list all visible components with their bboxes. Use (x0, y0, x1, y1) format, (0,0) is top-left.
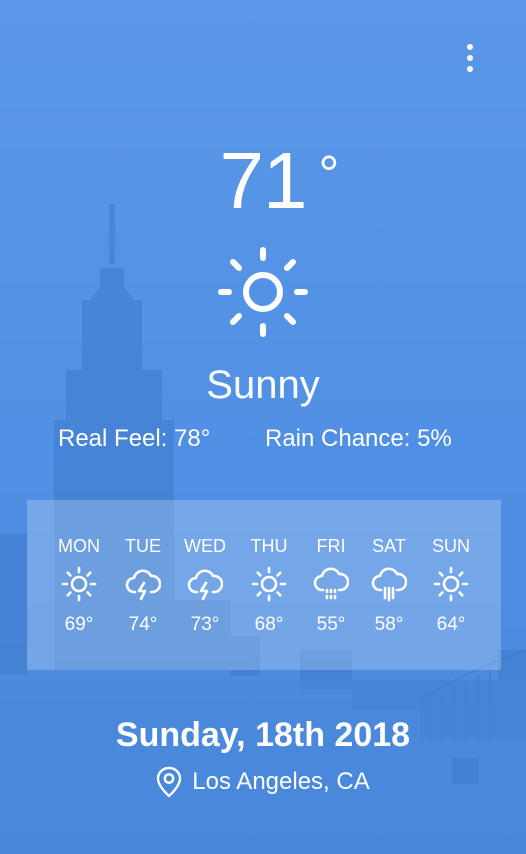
sun-icon (433, 566, 469, 602)
location-label: Los Angeles, CA (192, 768, 370, 795)
forecast-day-label: TUE (125, 536, 161, 556)
weekly-forecast-panel: MON 69° TUE 74° WED 73° THU 68° FRI 55° SAT 58° SUN 6… (27, 500, 501, 670)
current-temperature: 71 ° (219, 136, 340, 226)
sun-icon (218, 247, 308, 337)
location-pin-icon (157, 766, 182, 798)
temperature-value: 71 (219, 136, 308, 225)
sun-icon (61, 566, 97, 602)
location[interactable]: Los Angeles, CA (0, 764, 526, 800)
current-date: Sunday, 18th 2018 (115, 716, 411, 754)
current-temperature-block: 71 ° (0, 136, 526, 226)
forecast-temperature: 74° (128, 614, 158, 635)
forecast-day-label: FRI (316, 536, 346, 556)
forecast-day-label: WED (184, 536, 226, 556)
thunderstorm-icon (187, 569, 223, 601)
forecast-day-label: THU (250, 536, 288, 556)
weather-condition: Sunny (206, 363, 320, 407)
forecast-temperature: 55° (316, 614, 346, 635)
rain-chance-label: Rain Chance: 5% (265, 425, 452, 452)
more-vert-icon[interactable] (460, 40, 480, 76)
rain-icon (371, 567, 407, 602)
sun-icon (251, 566, 287, 602)
forecast-temperature: 64° (436, 614, 466, 635)
degree-symbol: ° (318, 146, 339, 204)
forecast-day-label: SUN (431, 536, 470, 556)
forecast-temperature: 58° (374, 614, 404, 635)
forecast-temperature: 73° (190, 614, 220, 635)
real-feel-label: Real Feel: 78° (58, 425, 211, 452)
forecast-day-label: MON (58, 536, 100, 556)
drizzle-icon (313, 567, 349, 600)
forecast-temperature: 68° (254, 614, 284, 635)
forecast-day-label: SAT (372, 536, 406, 556)
weather-screen: 71 ° Sunny Real Feel: 78° Rain Chance: 5%… (0, 0, 526, 854)
thunderstorm-icon (125, 569, 161, 601)
forecast-temperature: 69° (64, 614, 94, 635)
weather-details: Real Feel: 78° Rain Chance: 5% (58, 424, 488, 454)
